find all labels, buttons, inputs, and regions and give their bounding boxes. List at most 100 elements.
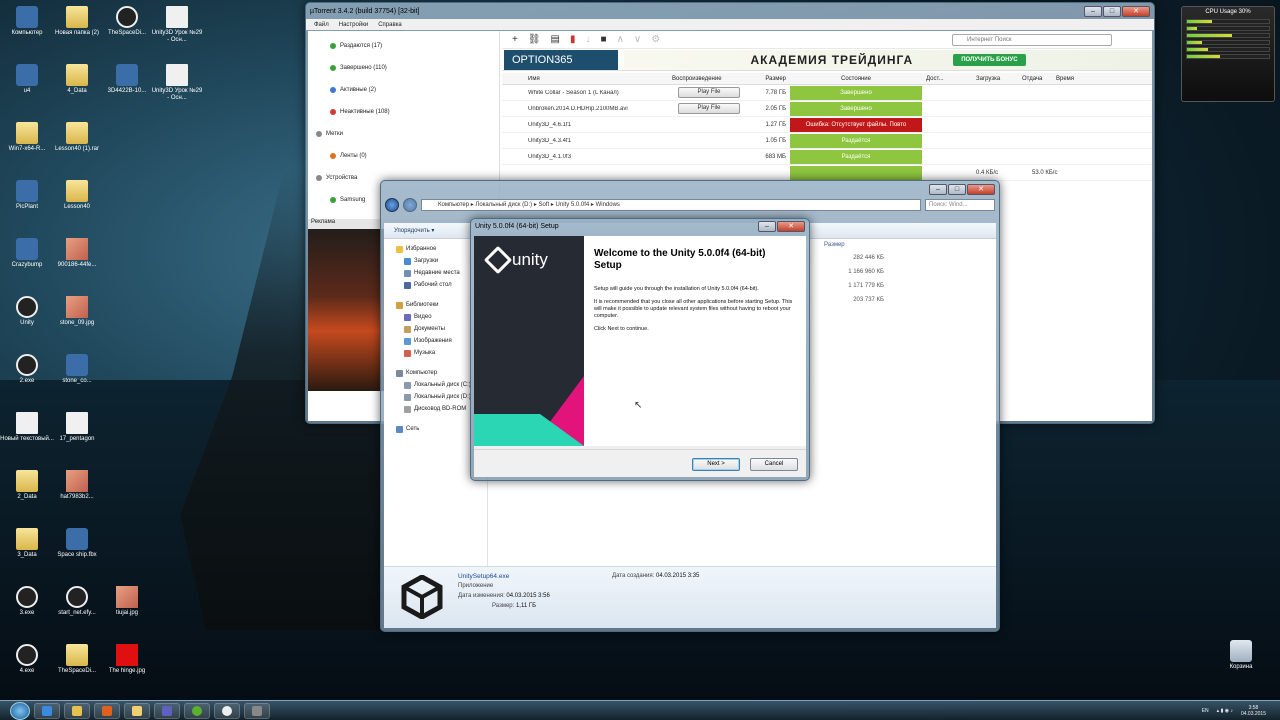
desktop-icon[interactable]: Новый текстовый... [0,412,54,443]
taskbar-ie[interactable] [34,702,60,719]
col-down[interactable]: Загрузка [966,76,1022,82]
close-button[interactable]: ✕ [777,221,805,232]
desktop-icon[interactable]: u4 [0,64,54,95]
desktop-icon[interactable]: TheSpaceDi... [100,6,154,37]
cancel-button[interactable]: Cancel [750,458,798,471]
desktop-icon[interactable]: stone_co... [50,354,104,385]
unity-setup-dialog[interactable]: Unity 5.0.0f4 (64-bit) Setup – ✕ unity W… [470,218,810,481]
desktop-icon[interactable]: Unity3D Урок №29 - Осн... [150,6,204,44]
desktop-icon[interactable]: Новая папка (2) [50,6,104,37]
menu-settings[interactable]: Настройки [339,22,368,28]
sidebar-item[interactable]: Неактивные (108) [308,101,499,123]
desktop-icon[interactable]: Корзина [1214,640,1268,671]
add-link-icon[interactable]: ⛓ [528,34,541,45]
up-icon[interactable]: ∧ [617,34,624,45]
table-row[interactable]: Unity3D_4.6.1f1 1.27 ГБ Ошибка: Отсутствуе… [502,117,1152,133]
desktop-icon[interactable]: tiujai.jpg [100,586,154,617]
close-button[interactable]: ✕ [967,183,995,195]
desktop-icon[interactable]: Unity3D Урок №29 - Осн... [150,64,204,102]
play-file-button[interactable]: Play File [678,87,740,98]
table-row[interactable]: White Collar - Season 1 (L Канал) Play Fi… [502,85,1152,101]
setup-titlebar[interactable]: Unity 5.0.0f4 (64-bit) Setup – ✕ [471,219,809,234]
col-name[interactable]: Имя [502,76,672,82]
maximize-button[interactable]: □ [948,183,966,195]
col-time[interactable]: Время [1056,76,1086,82]
col-play[interactable]: Воспроизведение [672,76,758,82]
desktop-icon[interactable]: Crazybump [0,238,54,269]
desktop-icon[interactable]: 2.exe [0,354,54,385]
next-button[interactable]: Next > [692,458,740,471]
minimize-button[interactable]: – [1084,5,1102,17]
sidebar-item[interactable]: Ленты (0) [308,145,499,167]
taskbar-utorrent[interactable] [184,702,210,719]
desktop-icon[interactable]: The hinge.jpg [100,644,154,675]
start-button[interactable] [10,701,30,720]
address-bar[interactable]: Компьютер ▸ Локальный диск (D:) ▸ Soft ▸… [421,199,921,211]
sidebar-item[interactable]: Завершено (110) [308,57,499,79]
table-row[interactable]: Unity3D_4.3.4f1 1.05 ГБ Раздаётся [502,133,1152,149]
col-avail[interactable]: Дост... [922,76,966,82]
search-input[interactable]: Поиск: Wind... [925,199,995,211]
taskbar-folder[interactable] [124,702,150,719]
sidebar-item[interactable]: Раздаются (17) [308,35,499,57]
desktop-icon[interactable]: 4.exe [0,644,54,675]
taskbar-unity[interactable] [214,702,240,719]
search-input[interactable]: Интернет Поиск [952,33,1112,46]
create-torrent-icon[interactable]: ▤ [551,34,560,45]
rss-icon[interactable]: ⚙ [651,34,660,45]
desktop-icon[interactable]: 3D4422B-10... [100,64,154,95]
stop-icon[interactable]: ■ [601,34,607,45]
down-icon[interactable]: ∨ [634,34,641,45]
taskbar-setup[interactable] [244,702,270,719]
desktop-icon[interactable]: 3.exe [0,586,54,617]
desktop-icon[interactable]: 3_Data [0,528,54,559]
col-size[interactable]: Размер [824,239,884,251]
taskbar-explorer[interactable] [64,702,90,719]
desktop-icon[interactable]: Space ship.fbx [50,528,104,559]
back-button[interactable] [385,198,399,212]
tray-icons[interactable]: ▴ ▮ ◉ ♪ [1217,708,1233,714]
desktop-icon[interactable]: 4_Data [50,64,104,95]
taskbar-media[interactable] [94,702,120,719]
banner-cta-button[interactable]: ПОЛУЧИТЬ БОНУС [953,53,1026,66]
desktop-icon[interactable]: PicPlant [0,180,54,211]
desktop-icon[interactable]: Lesson40 (1).rar [50,122,104,153]
cpu-usage-gadget[interactable]: CPU Usage 30% [1181,6,1275,102]
desktop-icon[interactable]: 900186-44fe... [50,238,104,269]
desktop-icon[interactable]: Lesson40 [50,180,104,211]
desktop-icon[interactable]: start_net.efy... [50,586,104,617]
col-state[interactable]: Состояние [790,72,922,86]
start-icon[interactable]: ↓ [586,34,591,45]
clock[interactable]: 3:58 04.03.2015 [1241,705,1266,717]
play-file-button[interactable]: Play File [678,103,740,114]
desktop-icon[interactable]: stone_09.jpg [50,296,104,327]
taskbar-app[interactable] [154,702,180,719]
add-torrent-icon[interactable]: + [512,34,518,45]
desktop-icon[interactable]: 17_pentagon [50,412,104,443]
utorrent-titlebar[interactable]: µTorrent 3.4.2 (build 37754) [32-bit] – … [306,3,1154,19]
sidebar-item[interactable]: Метки [308,123,499,145]
forward-button[interactable] [403,198,417,212]
desktop-icon[interactable]: Win7-x64-R... [0,122,54,153]
close-button[interactable]: ✕ [1122,5,1150,17]
language-indicator[interactable]: EN [1202,708,1209,714]
organize-button[interactable]: Упорядочить ▾ [394,227,434,234]
desktop-icon[interactable]: hat7983b2... [50,470,104,501]
delete-icon[interactable]: ▮ [570,34,576,45]
desktop-icon[interactable]: TheSpaceDi... [50,644,104,675]
table-row[interactable]: Unity3D_4.1.0f3 683 МБ Раздаётся [502,149,1152,165]
sidebar-item[interactable]: Активные (2) [308,79,499,101]
minimize-button[interactable]: – [929,183,947,195]
table-row[interactable]: Unbroken.2014.D.HDRip.2100MB.avi Play Fil… [502,101,1152,117]
desktop-icon[interactable]: Unity [0,296,54,327]
desktop-icon[interactable]: 2_Data [0,470,54,501]
ad-banner[interactable]: OPTION365 АКАДЕМИЯ ТРЕЙДИНГА ПОЛУЧИТЬ БО… [502,49,1152,71]
col-up[interactable]: Отдача [1022,76,1056,82]
menu-help[interactable]: Справка [378,22,402,28]
table-row[interactable]: 0.4 КБ/с 53.0 КБ/с [502,165,1152,181]
col-size[interactable]: Размер [758,76,790,82]
menu-file[interactable]: Файл [314,22,329,28]
minimize-button[interactable]: – [758,221,776,232]
maximize-button[interactable]: □ [1103,5,1121,17]
desktop-icon[interactable]: Компьютер [0,6,54,37]
